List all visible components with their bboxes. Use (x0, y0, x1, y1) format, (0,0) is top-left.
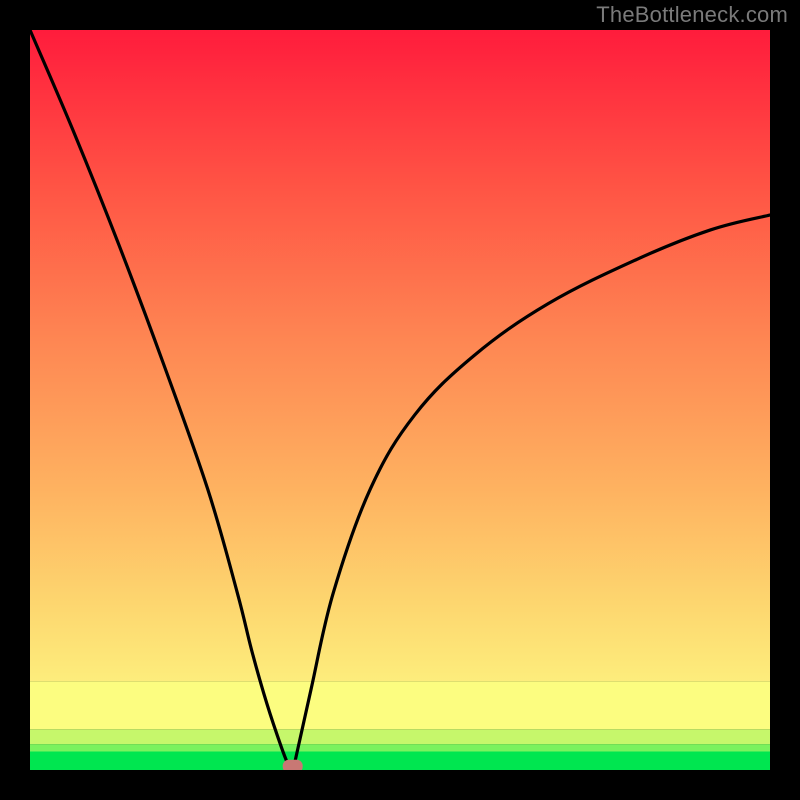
bg-band-lightgreen (30, 744, 770, 751)
chart-frame: TheBottleneck.com (0, 0, 800, 800)
bottleneck-chart (30, 30, 770, 770)
bg-band-green (30, 752, 770, 771)
watermark-text: TheBottleneck.com (596, 2, 788, 28)
min-marker (283, 760, 303, 770)
bg-band-paleyellow (30, 681, 770, 729)
bg-band-yellowgreen (30, 729, 770, 744)
bg-gradient-upper (30, 30, 770, 681)
